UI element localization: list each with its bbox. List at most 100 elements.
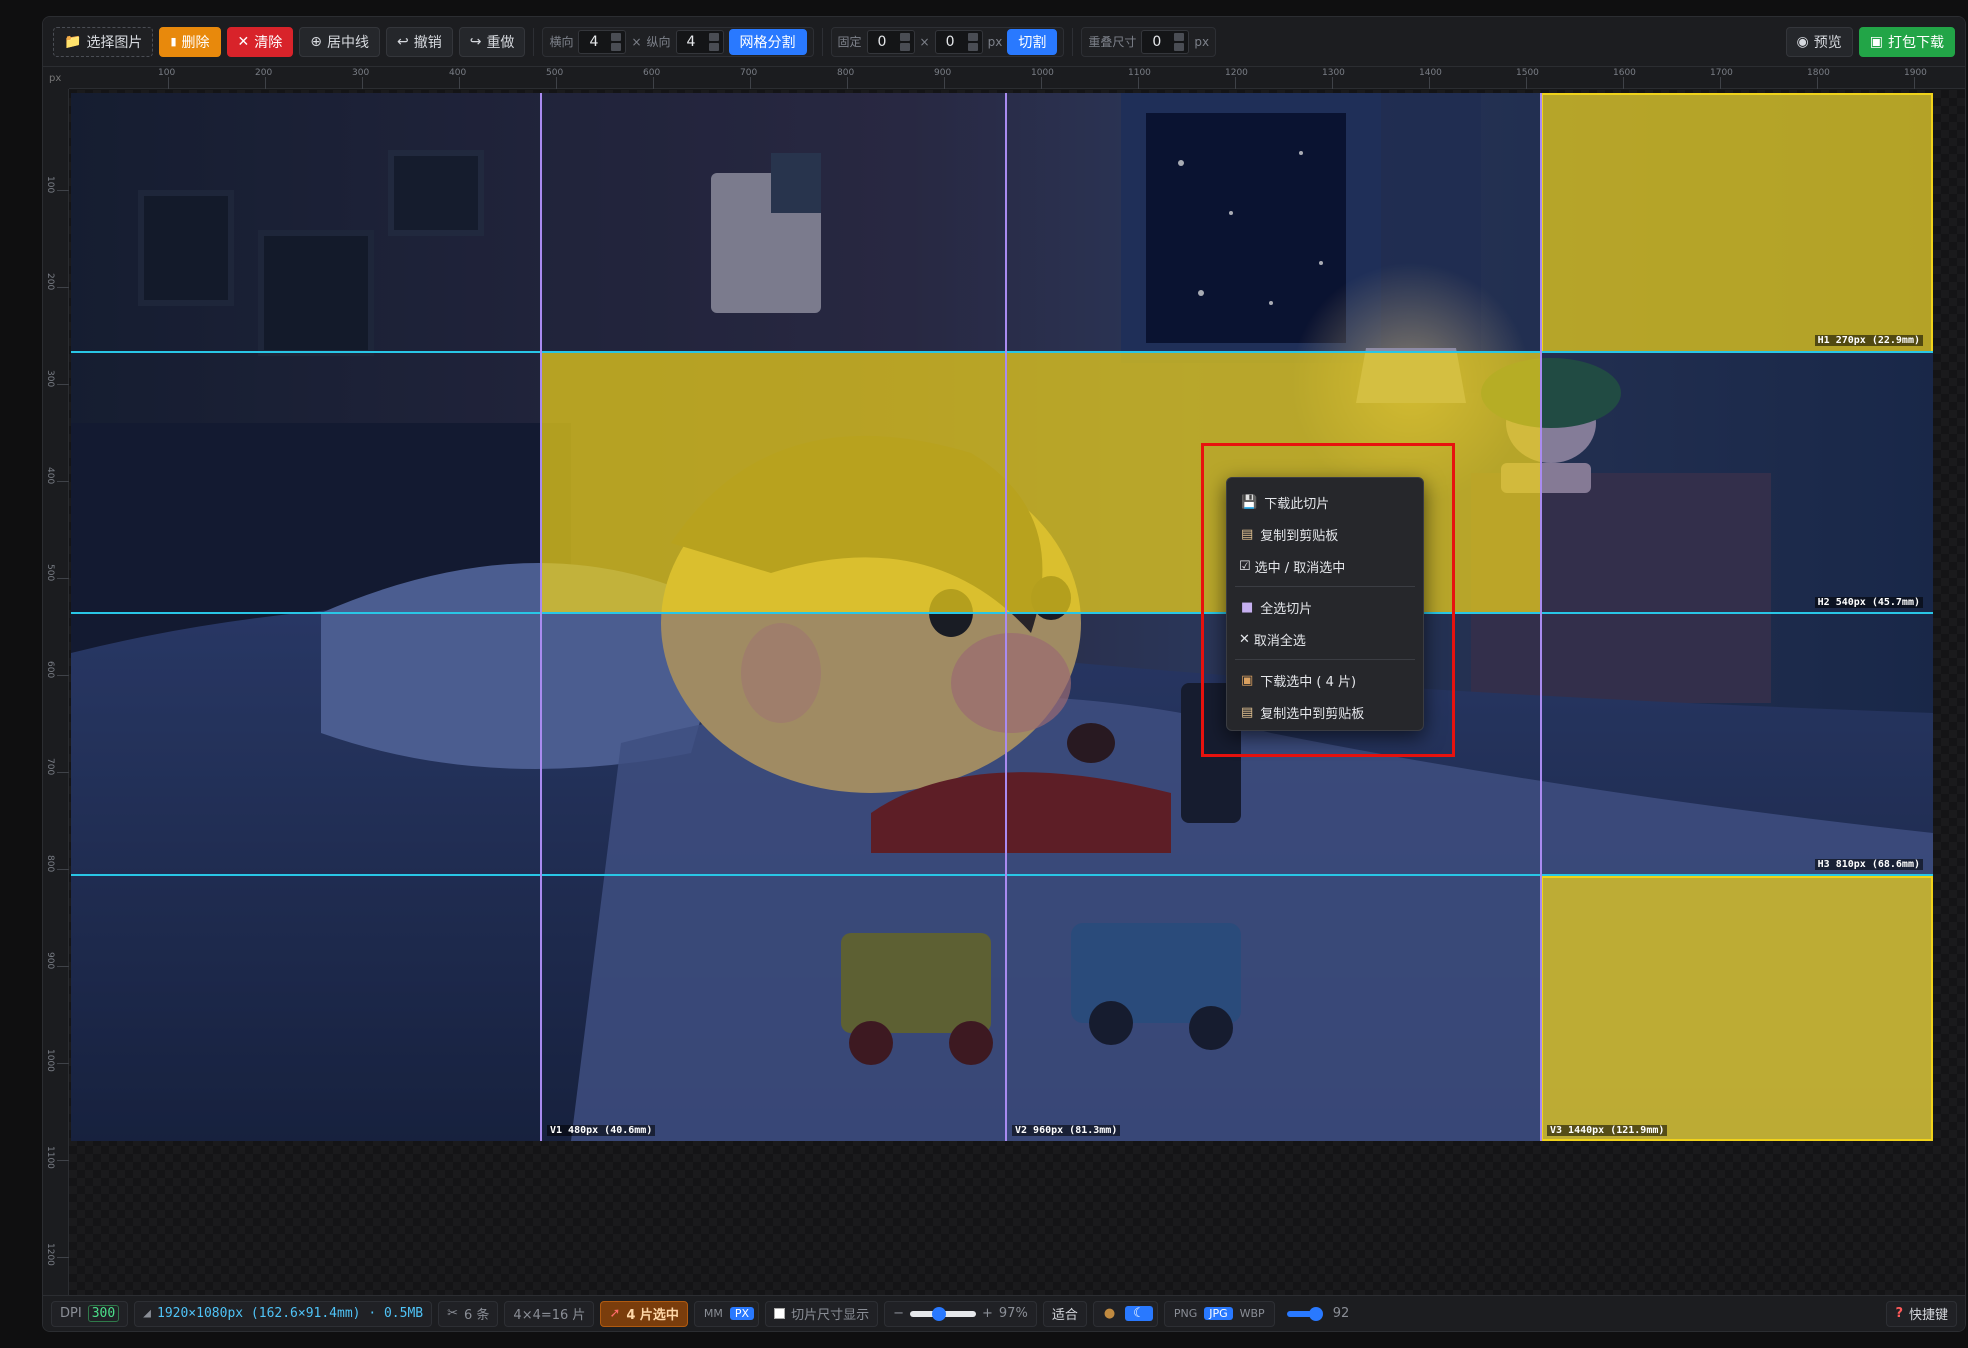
select-image-button[interactable]: 📁 选择图片 <box>53 26 154 57</box>
ruler-tick <box>1817 77 1818 89</box>
show-size-toggle[interactable]: 切片尺寸显示 <box>765 1300 879 1327</box>
redo-button[interactable]: ↪ 重做 <box>458 26 526 57</box>
toolbar: 📁 选择图片 ▮ 删除 ✕ 清除 ⊕ 居中线 ↩ 撤销 ↪ 重做 横向 4 × … <box>43 17 1965 67</box>
guide-h3[interactable] <box>71 874 1933 876</box>
toolbar-divider <box>533 27 535 56</box>
guide-v3[interactable] <box>1540 93 1542 1141</box>
preview-button[interactable]: ◉ 预览 <box>1785 26 1853 57</box>
ruler-tick <box>57 772 69 773</box>
quality-slider-thumb[interactable] <box>1308 1306 1323 1321</box>
selected-count: ➚ 4 片选中 <box>600 1300 688 1327</box>
ruler-tick-label: 700 <box>45 758 55 776</box>
pack-download-button[interactable]: ▣ 打包下载 <box>1858 26 1955 57</box>
guide-label-v1: V1 480px (40.6mm) <box>547 1125 656 1136</box>
ruler-tick-label: 100 <box>158 68 176 78</box>
menu-copy-clipboard[interactable]: ▤ 复制到剪贴板 <box>1227 518 1423 550</box>
grid-split-button[interactable]: 网格分割 <box>728 28 807 55</box>
fixed-size-group: 固定 0 × 0 px 切割 <box>830 26 1065 57</box>
ruler-tick-label: 1000 <box>45 1049 55 1072</box>
zoom-out-button[interactable]: − <box>893 1306 904 1321</box>
ruler-tick <box>847 77 848 89</box>
guide-label-h3: H3 810px (68.6mm) <box>1814 859 1923 870</box>
package-icon: ▣ <box>1241 672 1254 688</box>
fit-button[interactable]: 适合 <box>1042 1300 1087 1327</box>
quality-slider[interactable] <box>1286 1306 1323 1321</box>
ruler-tick <box>362 77 363 89</box>
menu-copy-selected[interactable]: ▤ 复制选中到剪贴板 <box>1227 696 1423 728</box>
ruler-tick-label: 600 <box>45 661 55 679</box>
unit-mm-button[interactable]: MM <box>699 1307 728 1320</box>
ruler-tick <box>653 77 654 89</box>
guide-h2[interactable] <box>71 612 1933 614</box>
vertical-count-input[interactable]: 4 <box>675 29 724 54</box>
undo-button[interactable]: ↩ 撤销 <box>385 26 453 57</box>
dpi-input[interactable]: 300 <box>87 1305 120 1322</box>
spinner-icon[interactable] <box>708 32 719 51</box>
package-icon: ▣ <box>1869 33 1883 50</box>
fixed-height-input[interactable]: 0 <box>934 29 983 54</box>
ruler-tick <box>57 675 69 676</box>
floppy-icon: 💾 <box>1241 494 1258 510</box>
guide-h1[interactable] <box>71 351 1933 353</box>
ruler-tick <box>750 77 751 89</box>
zoom-slider-thumb[interactable] <box>932 1306 946 1321</box>
menu-divider <box>1235 586 1415 587</box>
ruler-tick-label: 600 <box>643 68 661 78</box>
ruler-tick <box>168 77 169 89</box>
spinner-icon[interactable] <box>611 32 622 51</box>
menu-toggle-select[interactable]: ☑ 选中 / 取消选中 <box>1227 550 1423 582</box>
overlap-input[interactable]: 0 <box>1141 29 1190 54</box>
moon-icon[interactable]: ☾ <box>1125 1306 1153 1321</box>
ruler-tick-label: 300 <box>45 370 55 388</box>
ruler-tick-label: 1100 <box>1128 68 1151 78</box>
ruler-tick <box>1914 77 1915 89</box>
ruler-tick-label: 200 <box>255 68 273 78</box>
ruler-tick-label: 800 <box>45 855 55 873</box>
sun-icon[interactable]: ● <box>1098 1306 1121 1321</box>
center-line-button[interactable]: ⊕ 居中线 <box>299 26 380 57</box>
unit-px-button[interactable]: PX <box>729 1307 755 1320</box>
spinner-icon[interactable] <box>1174 32 1185 51</box>
menu-deselect-all[interactable]: ✕ 取消全选 <box>1227 623 1423 655</box>
ruler-tick-label: 1200 <box>1225 68 1248 78</box>
ruler-tick <box>57 578 69 579</box>
ruler-tick <box>57 481 69 482</box>
toolbar-divider <box>821 27 823 56</box>
format-png[interactable]: PNG <box>1169 1307 1202 1320</box>
scissors-icon: ✂ <box>447 1306 459 1321</box>
selected-slice-r2c2[interactable] <box>541 353 1006 614</box>
spinner-icon[interactable] <box>967 32 978 51</box>
format-jpg[interactable]: JPG <box>1204 1307 1233 1320</box>
line-count: ✂ 6 条 <box>438 1300 499 1327</box>
selected-slice-r1c4[interactable] <box>1541 93 1933 353</box>
menu-select-all[interactable]: ■ 全选切片 <box>1227 591 1423 623</box>
zoom-slider[interactable] <box>910 1306 976 1321</box>
overlap-group: 重叠尺寸 0 px <box>1081 26 1217 57</box>
zoom-value: 97% <box>998 1306 1028 1321</box>
guide-v2[interactable] <box>1005 93 1007 1141</box>
cut-button[interactable]: 切割 <box>1007 28 1058 55</box>
guide-v1[interactable] <box>540 93 542 1141</box>
delete-button[interactable]: ▮ 删除 <box>159 26 221 57</box>
format-webp[interactable]: WBP <box>1235 1307 1270 1320</box>
ruler-tick-label: 1100 <box>45 1146 55 1169</box>
menu-download-selected[interactable]: ▣ 下载选中 ( 4 片) <box>1227 664 1423 696</box>
ruler-tick <box>57 966 69 967</box>
guide-label-v2: V2 960px (81.3mm) <box>1012 1125 1121 1136</box>
shortcuts-button[interactable]: ? 快捷键 <box>1886 1300 1957 1327</box>
selected-slice-r4c4[interactable] <box>1541 876 1933 1141</box>
clear-button[interactable]: ✕ 清除 <box>226 26 294 57</box>
ruler-unit: px <box>43 67 69 89</box>
horizontal-count-input[interactable]: 4 <box>578 29 627 54</box>
ruler-tick <box>1720 77 1721 89</box>
ruler-tick-label: 1900 <box>1904 68 1927 78</box>
ruler-tick-label: 1700 <box>1710 68 1733 78</box>
menu-download-slice[interactable]: 💾 下载此切片 <box>1227 486 1423 518</box>
ruler-tick-label: 400 <box>449 68 467 78</box>
ruler-tick <box>265 77 266 89</box>
spinner-icon[interactable] <box>899 32 910 51</box>
image-canvas[interactable]: H1 270px (22.9mm) H2 540px (45.7mm) H3 8… <box>71 93 1933 1141</box>
fixed-width-input[interactable]: 0 <box>866 29 915 54</box>
ruler-tick <box>1526 77 1527 89</box>
zoom-in-button[interactable]: + <box>982 1306 993 1321</box>
